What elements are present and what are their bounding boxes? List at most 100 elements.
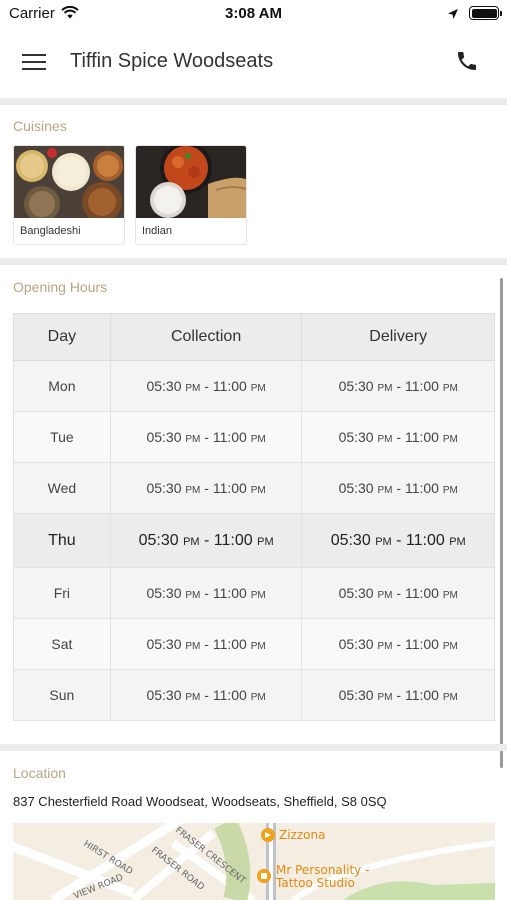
time-separator: - bbox=[392, 429, 405, 445]
location-label: Location bbox=[13, 765, 66, 781]
time-separator: - bbox=[200, 636, 213, 652]
ampm: PM bbox=[442, 434, 458, 445]
ampm: PM bbox=[377, 383, 393, 394]
opening-hours-label: Opening Hours bbox=[13, 279, 108, 295]
section-divider bbox=[0, 98, 507, 105]
ampm: PM bbox=[185, 434, 201, 445]
cuisine-image bbox=[14, 146, 124, 218]
map-place-label-line: Mr Personality - bbox=[276, 863, 369, 877]
location-map[interactable]: HIRST ROAD FRASER CRESCENT FRASER ROAD V… bbox=[13, 823, 495, 900]
time-end: 11:00 bbox=[404, 480, 439, 496]
ampm: PM bbox=[442, 590, 458, 601]
time-start: 05:30 bbox=[338, 378, 374, 394]
table-row: Tue 05:30 PM - 11:00 PM 05:30 PM - 11:00 P… bbox=[13, 411, 495, 463]
time-separator: - bbox=[199, 531, 214, 549]
status-bar: Carrier 3:08 AM bbox=[0, 0, 507, 30]
time-separator: - bbox=[200, 480, 213, 496]
cuisine-card-bangladeshi[interactable]: Bangladeshi bbox=[13, 145, 125, 245]
ampm: PM bbox=[185, 383, 201, 394]
hamburger-menu-icon[interactable] bbox=[22, 52, 48, 72]
day-cell: Mon bbox=[13, 360, 111, 412]
delivery-cell: 05:30 PM - 11:00 PM bbox=[301, 462, 495, 514]
day-cell: Tue bbox=[13, 411, 111, 463]
time-start: 05:30 bbox=[338, 687, 374, 703]
time-end: 11:00 bbox=[405, 531, 445, 549]
time-end: 11:00 bbox=[213, 531, 253, 549]
table-row: Thu 05:30 PM - 11:00 PM 05:30 PM - 11:00 P… bbox=[13, 513, 495, 568]
collection-cell: 05:30 PM - 11:00 PM bbox=[109, 462, 303, 514]
delivery-cell: 05:30 PM - 11:00 PM bbox=[301, 513, 495, 568]
address-text: 837 Chesterfield Road Woodseat, Woodseat… bbox=[13, 794, 387, 809]
time-start: 05:30 bbox=[338, 480, 374, 496]
phone-icon[interactable] bbox=[455, 49, 481, 75]
cuisine-name: Bangladeshi bbox=[20, 225, 81, 237]
scrollbar[interactable] bbox=[500, 278, 503, 768]
day-cell: Fri bbox=[13, 567, 111, 619]
time-start: 05:30 bbox=[138, 531, 179, 549]
time-end: 11:00 bbox=[212, 378, 247, 394]
time-end: 11:00 bbox=[212, 585, 247, 601]
table-row: Fri 05:30 PM - 11:00 PM 05:30 PM - 11:00 P… bbox=[13, 567, 495, 619]
delivery-cell: 05:30 PM - 11:00 PM bbox=[301, 567, 495, 619]
time-separator: - bbox=[392, 636, 405, 652]
section-divider bbox=[0, 258, 507, 265]
ampm: PM bbox=[377, 641, 393, 652]
time-start: 05:30 bbox=[146, 585, 182, 601]
map-place-label[interactable]: Zizzona bbox=[279, 828, 325, 842]
table-row: Sat 05:30 PM - 11:00 PM 05:30 PM - 11:00 P… bbox=[13, 618, 495, 670]
table-header-row: Day Collection Delivery bbox=[13, 313, 495, 361]
time-separator: - bbox=[392, 480, 405, 496]
delivery-cell: 05:30 PM - 11:00 PM bbox=[301, 669, 495, 721]
ampm: PM bbox=[250, 641, 266, 652]
time-start: 05:30 bbox=[338, 429, 374, 445]
ampm: PM bbox=[442, 641, 458, 652]
page-title: Tiffin Spice Woodseats bbox=[70, 50, 274, 72]
opening-hours-table: Day Collection Delivery Mon 05:30 PM - 11… bbox=[13, 313, 495, 721]
shop-pin-icon[interactable] bbox=[257, 869, 271, 883]
time-start: 05:30 bbox=[146, 480, 182, 496]
ampm: PM bbox=[183, 535, 200, 548]
cuisines-label: Cuisines bbox=[13, 118, 67, 134]
ampm: PM bbox=[250, 383, 266, 394]
nav-bar: Tiffin Spice Woodseats bbox=[0, 30, 507, 98]
ampm: PM bbox=[377, 692, 393, 703]
cuisine-image bbox=[136, 146, 246, 218]
table-row: Mon 05:30 PM - 11:00 PM 05:30 PM - 11:00 P… bbox=[13, 360, 495, 412]
time-separator: - bbox=[392, 585, 405, 601]
ampm: PM bbox=[377, 434, 393, 445]
ampm: PM bbox=[250, 692, 266, 703]
time-end: 11:00 bbox=[212, 480, 247, 496]
time-separator: - bbox=[200, 687, 213, 703]
day-cell: Sat bbox=[13, 618, 111, 670]
collection-cell: 05:30 PM - 11:00 PM bbox=[109, 618, 303, 670]
collection-cell: 05:30 PM - 11:00 PM bbox=[109, 669, 303, 721]
time-start: 05:30 bbox=[146, 636, 182, 652]
time-start: 05:30 bbox=[330, 531, 371, 549]
ampm: PM bbox=[442, 692, 458, 703]
time-separator: - bbox=[392, 687, 405, 703]
time-separator: - bbox=[391, 531, 406, 549]
ampm: PM bbox=[185, 692, 201, 703]
ampm: PM bbox=[185, 485, 201, 496]
cuisine-card-indian[interactable]: Indian bbox=[135, 145, 247, 245]
table-row: Sun 05:30 PM - 11:00 PM 05:30 PM - 11:00 P… bbox=[13, 669, 495, 721]
header-day: Day bbox=[13, 313, 111, 361]
time-start: 05:30 bbox=[146, 378, 182, 394]
delivery-cell: 05:30 PM - 11:00 PM bbox=[301, 360, 495, 412]
time-start: 05:30 bbox=[146, 687, 182, 703]
time-start: 05:30 bbox=[338, 585, 374, 601]
day-cell: Wed bbox=[13, 462, 111, 514]
collection-cell: 05:30 PM - 11:00 PM bbox=[109, 513, 303, 568]
restaurant-pin-icon[interactable] bbox=[261, 828, 275, 842]
time-separator: - bbox=[200, 585, 213, 601]
time-separator: - bbox=[200, 429, 213, 445]
time-end: 11:00 bbox=[404, 687, 439, 703]
ampm: PM bbox=[449, 535, 466, 548]
ampm: PM bbox=[250, 590, 266, 601]
collection-cell: 05:30 PM - 11:00 PM bbox=[109, 360, 303, 412]
time-separator: - bbox=[392, 378, 405, 394]
ampm: PM bbox=[250, 434, 266, 445]
cuisine-name: Indian bbox=[142, 225, 172, 237]
ampm: PM bbox=[377, 485, 393, 496]
delivery-cell: 05:30 PM - 11:00 PM bbox=[301, 411, 495, 463]
